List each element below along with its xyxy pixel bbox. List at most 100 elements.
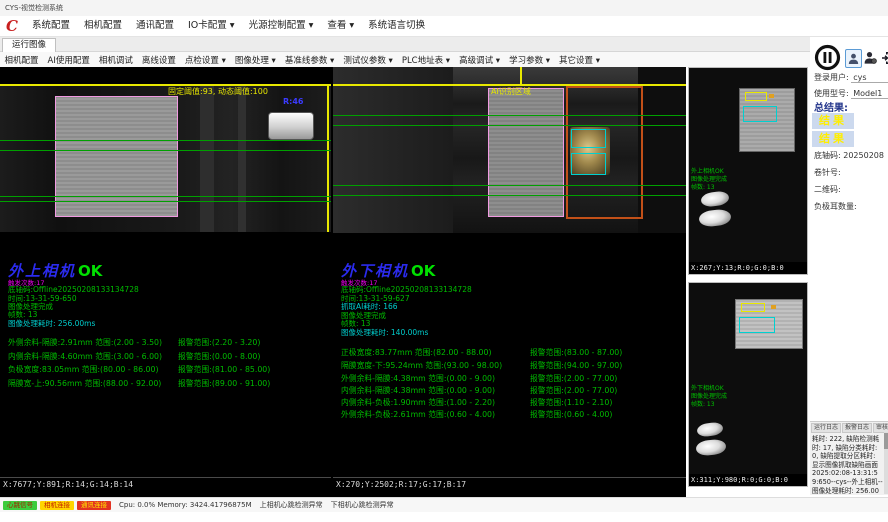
thumbnail-upper-image[interactable]: 外上相机OK 图像处理完成 帧数: 13 — [689, 68, 807, 262]
camera-panel-upper[interactable]: 固定阈值:93, 动态阈值:100 R:46 外上相机OK 触发次数:17 底轴… — [0, 67, 331, 497]
process-time-label: 图像处理耗时: 140.00ms — [341, 327, 428, 338]
measurement-row: 外侧余料-隔膜:2.91mm 范围:(2.00 - 3.50) 报警范围:(2.… — [8, 337, 338, 348]
thumbnail-column: 外上相机OK 图像处理完成 帧数: 13 X:267;Y:13;R:0;G:0;… — [686, 67, 810, 497]
serial-value: 20250208 — [843, 151, 884, 160]
measurement-row: 内侧余料-负极:1.90mm 范围:(1.00 - 2.20) 报警范围:(1.… — [341, 397, 671, 408]
measurement-row: 隔膜宽-上:90.56mm 范围:(88.00 - 92.00) 报警范围:(8… — [8, 378, 338, 389]
menu-item-language-switch[interactable]: 系统语言切换 — [361, 18, 432, 34]
yellow-guide-line — [0, 84, 331, 86]
tab-strip: 运行图像 — [0, 37, 810, 52]
comm-connection-badge: 通讯连接 — [77, 501, 111, 510]
tab-run-image[interactable]: 运行图像 — [2, 38, 56, 52]
process-time-label: 图像处理耗时: 256.00ms — [8, 318, 95, 329]
login-user-label: 登录用户: — [814, 73, 849, 82]
separator-film-region — [55, 96, 178, 217]
menu-item-system-config[interactable]: 系统配置 — [25, 18, 77, 34]
measurement-row: 负极宽度:83.05mm 范围:(80.00 - 86.00) 报警范围:(81… — [8, 364, 338, 375]
menu-bar: C 系统配置 相机配置 通讯配置 IO卡配置 ▾ 光源控制配置 ▾ 查看 ▾ 系… — [0, 16, 888, 37]
camera-panel-lower[interactable]: AI识别区域 外下相机OK 触发次数:17 底轴码:Offline2025020… — [333, 67, 686, 497]
logout-button[interactable] — [881, 49, 888, 66]
tab-count-label: 负极耳数量: — [814, 202, 857, 211]
measurement-text: 内侧余料-隔膜:4.38mm 范围:(0.00 - 9.00) — [341, 386, 495, 395]
log-tab-alarm[interactable]: 报警日志 — [842, 423, 872, 433]
thumbnail-coordinates-bar: X:311;Y:980;R:0;G:0;B:0 — [689, 474, 807, 486]
green-measure-line — [333, 185, 686, 186]
toolbar-spot-check[interactable]: 点检设置 ▾ — [180, 54, 230, 66]
yellow-guide-line — [520, 67, 522, 84]
toolbar-offline-settings[interactable]: 离线设置 — [137, 54, 180, 66]
menu-item-view[interactable]: 查看 ▾ — [320, 18, 361, 34]
menu-item-light-config[interactable]: 光源控制配置 ▾ — [242, 18, 321, 34]
window-title: CYS-视觉检测系统 — [5, 4, 63, 12]
log-scrollbar-thumb[interactable] — [884, 433, 888, 449]
cpu-memory-status: Cpu: 0.0% Memory: 3424.41796875M — [119, 501, 252, 509]
toolbar-other-settings[interactable]: 其它设置 ▾ — [555, 54, 605, 66]
model-label: 使用型号: — [814, 89, 849, 98]
alarm-range-text: 报警范围:(2.00 - 77.00) — [530, 385, 617, 396]
menu-item-comm-config[interactable]: 通讯配置 — [129, 18, 181, 34]
user-settings-button[interactable] — [863, 49, 878, 66]
measurement-text: 外侧余料-隔膜:4.38mm 范围:(0.00 - 9.00) — [341, 374, 495, 383]
user-icon — [848, 53, 859, 65]
toolbar-baseline-params[interactable]: 基准线参数 ▾ — [280, 54, 338, 66]
thumbnail-cyan-mark — [739, 317, 775, 333]
alarm-range-text: 报警范围:(0.60 - 4.00) — [530, 409, 612, 420]
camera-image-lower[interactable]: AI识别区域 — [333, 67, 686, 233]
model-value[interactable]: Model1 — [851, 89, 888, 99]
alarm-range-text: 报警范围:(1.10 - 2.10) — [530, 397, 612, 408]
login-user-value[interactable]: cys — [851, 73, 888, 83]
machine-column — [333, 67, 453, 233]
yellow-guide-line — [327, 84, 329, 232]
alarm-range-text: 报警范围:(83.00 - 87.00) — [530, 347, 622, 358]
measurement-text: 外侧余料-隔膜:2.91mm 范围:(2.00 - 3.50) — [8, 338, 162, 347]
result-box-lower: 结果 — [812, 131, 854, 147]
alarm-range-text: 报警范围:(81.00 - 85.00) — [178, 364, 270, 375]
separator-film-region — [488, 88, 564, 217]
toolbar-ai-usage-config[interactable]: AI使用配置 — [43, 54, 94, 66]
toolbar-camera-config[interactable]: 相机配置 — [0, 54, 43, 66]
toolbar-camera-debug[interactable]: 相机调试 — [94, 54, 137, 66]
toolbar-image-processing[interactable]: 图像处理 ▾ — [230, 54, 280, 66]
thumbnail-lower-image[interactable]: 外下相机OK 图像处理完成 帧数: 13 — [689, 283, 807, 474]
heartbeat-status-badge: 心跳信号 — [3, 501, 37, 510]
measurement-text: 隔膜宽度-下:95.24mm 范围:(93.00 - 98.00) — [341, 361, 502, 370]
measurement-row: 内侧余料-隔膜:4.38mm 范围:(0.00 - 9.00) 报警范围:(2.… — [341, 385, 671, 396]
pixel-coordinates-bar: X:7677;Y:891;R:14;G:14;B:14 — [0, 477, 331, 491]
toolbar-tester-params[interactable]: 测试仪参数 ▾ — [339, 54, 397, 66]
result-ok-label: OK — [411, 262, 435, 280]
pin-label: 卷针号: — [814, 168, 841, 177]
log-text: 耗时: 222, 缺陷检测耗时: 17, 缺陷分类耗时: 0, 缺陷提取分区耗时… — [810, 433, 888, 495]
thumbnail-orange-dot — [769, 94, 774, 98]
alarm-range-text: 报警范围:(2.20 - 3.20) — [178, 337, 260, 348]
camera-connection-badge: 相机连接 — [40, 501, 74, 510]
toolbar-advanced-debug[interactable]: 高级调试 ▾ — [455, 54, 505, 66]
threshold-overlay-label: 固定阈值:93, 动态阈值:100 — [168, 86, 268, 97]
tab-blob-highlight — [698, 208, 731, 227]
tab-blob-highlight — [695, 438, 726, 456]
run-pause-button[interactable] — [814, 44, 841, 71]
log-panel[interactable]: 运行日志 报警日志 审核日志 耗时: 222, 缺陷检测耗时: 17, 缺陷分类… — [810, 421, 888, 495]
qr-row: 二维码: — [814, 184, 841, 195]
roller-highlight — [268, 112, 314, 140]
thumbnail-upper[interactable]: 外上相机OK 图像处理完成 帧数: 13 X:267;Y:13;R:0;G:0;… — [688, 67, 808, 275]
toolbar-plc-address-table[interactable]: PLC地址表 ▾ — [397, 54, 454, 66]
app-logo-icon: C — [6, 17, 18, 35]
thumbnail-coordinates-bar: X:267;Y:13;R:0;G:0;B:0 — [689, 262, 807, 274]
user-login-button[interactable] — [845, 49, 862, 68]
window-titlebar[interactable]: CYS-视觉检测系统 — [0, 0, 888, 16]
result-box-upper: 结果 — [812, 113, 854, 129]
menu-item-camera-config[interactable]: 相机配置 — [77, 18, 129, 34]
measurement-row: 外侧余料-隔膜:4.38mm 范围:(0.00 - 9.00) 报警范围:(2.… — [341, 373, 671, 384]
log-scrollbar[interactable] — [884, 432, 888, 494]
thumbnail-cyan-mark — [743, 106, 777, 122]
measurement-text: 内侧余料-负极:1.90mm 范围:(1.00 - 2.20) — [341, 398, 495, 407]
toolbar-learning-params[interactable]: 学习参数 ▾ — [505, 54, 555, 66]
thumbnail-yellow-mark — [745, 92, 767, 101]
menu-item-io-config[interactable]: IO卡配置 ▾ — [181, 18, 242, 34]
thumbnail-overlay-text: 帧数: 13 — [691, 399, 715, 408]
log-tab-run[interactable]: 运行日志 — [811, 423, 841, 433]
measurement-text: 负极宽度:83.05mm 范围:(80.00 - 86.00) — [8, 365, 159, 374]
thumbnail-lower[interactable]: 外下相机OK 图像处理完成 帧数: 13 X:311;Y:980;R:0;G:0… — [688, 282, 808, 487]
camera-image-upper[interactable]: 固定阈值:93, 动态阈值:100 R:46 — [0, 84, 331, 232]
roi-overlay-label: R:46 — [283, 97, 304, 106]
